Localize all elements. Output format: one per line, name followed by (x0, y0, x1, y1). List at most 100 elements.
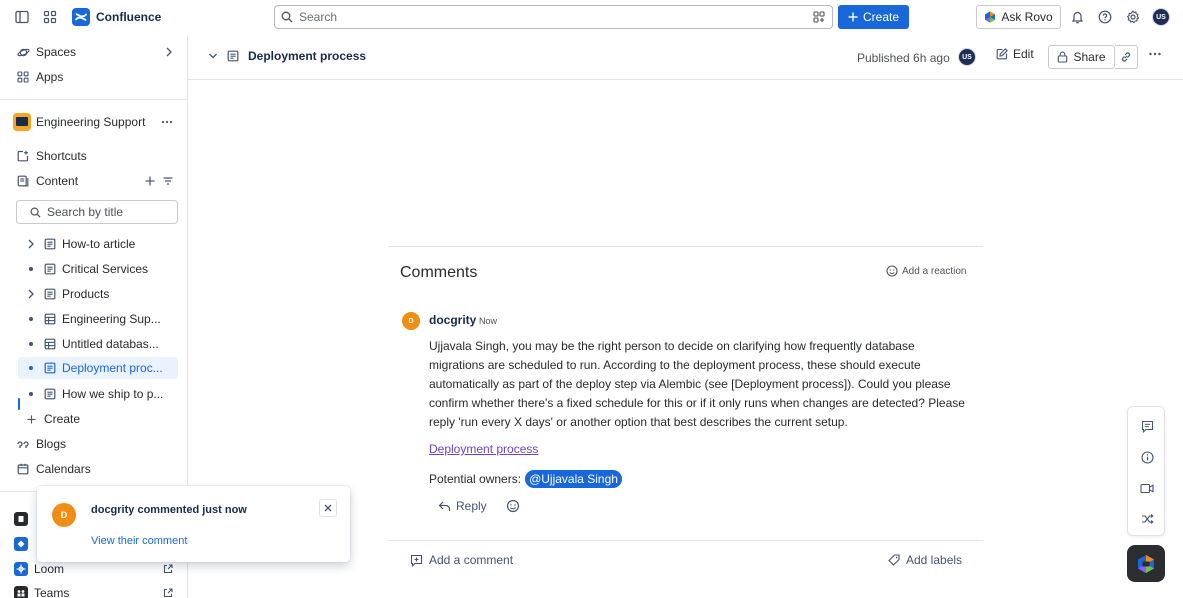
chevron-right-icon[interactable] (18, 289, 44, 299)
tree-item-untitled-database[interactable]: Untitled databas... (18, 333, 178, 355)
app-switcher-icon[interactable] (38, 5, 62, 29)
spaces-icon (16, 45, 30, 59)
user-avatar-initials: US (1152, 8, 1170, 26)
help-icon[interactable] (1093, 5, 1117, 29)
comments-panel-icon[interactable] (1139, 418, 1155, 434)
comment-body-line: migrations are scheduled to run. Accordi… (429, 358, 921, 372)
potential-owners-label: Potential owners: (429, 472, 522, 486)
tree-bullet (18, 267, 44, 271)
confluence-logo[interactable]: Confluence (72, 8, 161, 26)
loom-app-icon (14, 562, 28, 576)
close-icon[interactable] (319, 499, 337, 517)
user-mention[interactable]: @Ujjavala Singh (525, 470, 622, 488)
create-button-label: Create (862, 10, 900, 24)
tree-item-label: Deployment proc... (62, 361, 163, 375)
external-link-icon (163, 588, 173, 598)
tree-item-how-we-ship[interactable]: How we ship to p... (18, 383, 178, 405)
sidebar-item-apps[interactable]: Apps (0, 65, 187, 89)
sidebar-item-shortcuts[interactable]: Shortcuts (0, 144, 187, 168)
edit-label: Edit (1013, 47, 1034, 61)
sidebar-item-label: Loom (34, 562, 65, 576)
page-icon (44, 288, 56, 300)
ask-rovo-button[interactable]: Ask Rovo (976, 5, 1061, 29)
share-button[interactable]: Share (1048, 45, 1115, 69)
search-by-title-input[interactable]: Search by title (16, 200, 178, 224)
deployment-process-link[interactable]: Deployment process (429, 442, 538, 456)
tree-item-label: Critical Services (62, 262, 149, 276)
info-icon[interactable] (1139, 449, 1155, 465)
tree-item-products[interactable]: Products (18, 283, 178, 305)
pencil-edit-icon (996, 48, 1008, 60)
jira-app-icon (14, 537, 28, 551)
settings-gear-icon[interactable] (1121, 5, 1145, 29)
shortcuts-icon (16, 149, 30, 163)
search-input[interactable]: Search (274, 5, 833, 29)
lock-icon (1057, 51, 1068, 63)
create-button[interactable]: Create (838, 5, 909, 29)
comment-body-line: confirm whether there's a fixed schedule… (429, 396, 965, 410)
plus-icon (26, 412, 36, 426)
sidebar-create-item[interactable]: Create (0, 407, 187, 431)
rovo-icon (1137, 554, 1155, 574)
tree-item-critical-services[interactable]: Critical Services (18, 258, 178, 280)
chevron-right-icon[interactable] (18, 239, 44, 249)
sidebar-item-calendars[interactable]: Calendars (0, 457, 187, 481)
toast-author-avatar: D (52, 503, 76, 527)
tree-bullet (18, 342, 44, 346)
toast-title: docgrity commented just now (91, 504, 247, 516)
video-record-icon[interactable] (1139, 480, 1155, 496)
reply-arrow-icon (438, 501, 451, 512)
tree-item-deployment-process[interactable]: Deployment proc... (18, 357, 178, 379)
tree-item-how-to-article[interactable]: How-to article (18, 233, 178, 255)
comment-author-name[interactable]: docgrity (429, 313, 476, 327)
edit-button[interactable]: Edit (996, 47, 1034, 61)
calendar-icon (16, 462, 30, 476)
comments-divider (388, 246, 983, 247)
shuffle-icon[interactable] (1139, 511, 1155, 527)
add-comment-button[interactable]: Add a comment (410, 553, 513, 567)
view-comment-link[interactable]: View their comment (91, 535, 187, 547)
sidebar-item-blogs[interactable]: Blogs (0, 432, 187, 456)
add-comment-label: Add a comment (429, 553, 514, 567)
add-reaction-label: Add a reaction (902, 265, 967, 277)
comment-author-avatar[interactable]: D (402, 312, 420, 330)
search-by-title-placeholder: Search by title (47, 205, 124, 219)
copy-link-button[interactable] (1115, 45, 1138, 69)
top-navigation-bar: Confluence Search Create Ask Rovo US (0, 0, 1183, 35)
search-icon (281, 11, 293, 23)
tree-bullet (18, 366, 44, 370)
app-icon (14, 512, 28, 526)
tag-icon (888, 554, 900, 566)
sidebar-item-teams[interactable]: Teams (0, 581, 187, 598)
chevron-down-icon[interactable] (208, 52, 218, 60)
more-actions-icon[interactable] (161, 120, 173, 124)
comments-divider (388, 540, 983, 541)
tree-item-label: How-to article (62, 237, 136, 251)
page-header: Deployment process Published 6h ago US E… (188, 35, 1183, 80)
filter-icon[interactable] (163, 176, 173, 186)
add-content-plus-icon[interactable] (145, 176, 155, 186)
tree-item-engineering-support-db[interactable]: Engineering Sup... (18, 308, 178, 330)
comment-body-line: reply 'run every X days' or another opti… (429, 415, 848, 429)
rovo-chat-button[interactable] (1127, 545, 1165, 582)
reply-button[interactable]: Reply (438, 499, 487, 513)
potential-owners: Potential owners: @Ujjavala Singh (429, 470, 622, 488)
sidebar-item-label: Shortcuts (36, 149, 87, 163)
search-placeholder: Search (299, 10, 338, 24)
sidebar-item-spaces[interactable]: Spaces (0, 40, 187, 64)
sidebar-toggle-icon[interactable] (10, 5, 34, 29)
search-filter-icon[interactable] (813, 11, 825, 23)
notifications-bell-icon[interactable] (1065, 5, 1089, 29)
more-actions-icon[interactable] (1148, 47, 1162, 61)
sidebar-item-content[interactable]: Content (0, 169, 187, 193)
space-avatar-icon (13, 113, 31, 131)
add-labels-button[interactable]: Add labels (888, 553, 962, 567)
space-header-engineering-support[interactable]: Engineering Support (0, 110, 187, 134)
app-name: Confluence (96, 10, 162, 24)
add-reaction-button[interactable]: Add a reaction (886, 265, 967, 277)
tree-item-label: Products (62, 287, 110, 301)
owner-avatar[interactable]: US (958, 48, 976, 66)
user-avatar[interactable]: US (1149, 5, 1173, 29)
add-emoji-reaction-icon[interactable] (506, 499, 520, 513)
comment-notification-toast: D docgrity commented just now View their… (37, 486, 350, 562)
